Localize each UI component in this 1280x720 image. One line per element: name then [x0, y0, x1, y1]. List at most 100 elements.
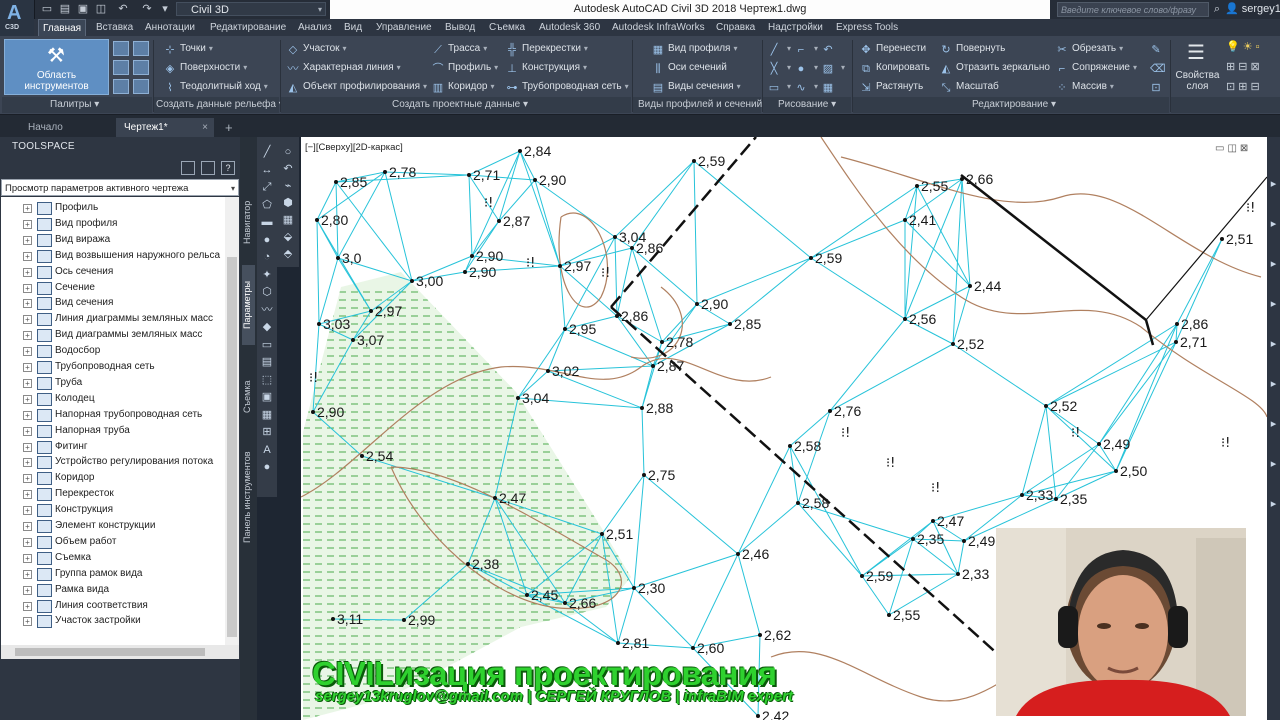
toolspace-button[interactable]: ⚒ Область инструментов	[4, 39, 109, 95]
tab-express-tools[interactable]: Express Tools	[832, 19, 902, 36]
tab-start[interactable]: Начало	[20, 118, 112, 137]
expand-icon[interactable]: +	[23, 426, 32, 436]
new-tab-button[interactable]: +	[220, 118, 240, 137]
intersections-button[interactable]: ╬ Перекрестки ▾	[506, 40, 588, 58]
profile-view-button[interactable]: ▦ Вид профиля ▾	[652, 40, 738, 58]
modify-group-label[interactable]: Редактирование ▾	[972, 98, 1056, 112]
expand-icon[interactable]: +	[23, 410, 32, 420]
arc-tool[interactable]: ↶	[822, 40, 838, 58]
palettes-group-label[interactable]: Палитры ▾	[50, 98, 99, 112]
viewport-controls-label[interactable]: [−][Сверху][2D-каркас]	[305, 142, 403, 153]
modify-extra-tool[interactable]: ⌫	[1150, 59, 1166, 77]
workspace-selector[interactable]: Civil 3D ▾	[176, 2, 326, 16]
scale-button[interactable]: ⤡ Масштаб	[940, 78, 999, 96]
tab-analyze[interactable]: Анализ	[294, 19, 336, 36]
palette-tool-icon[interactable]: A	[260, 443, 274, 457]
search-input[interactable]: Введите ключевое слово/фразу	[1057, 2, 1209, 17]
palette-tool-icon[interactable]: 〰	[260, 303, 274, 317]
expand-icon[interactable]: +	[23, 378, 32, 388]
terrain-group-label[interactable]: Создать данные рельефа ▾	[156, 98, 284, 112]
tree-scrollbar[interactable]	[225, 197, 239, 645]
expand-icon[interactable]: +	[23, 204, 32, 213]
pipe-network-button[interactable]: ⊶ Трубопроводная сеть ▾	[506, 78, 629, 96]
expand-icon[interactable]: +	[23, 442, 32, 452]
sample-lines-button[interactable]: ⫼ Оси сечений	[652, 59, 726, 77]
palette-tool-icon[interactable]: ▣	[260, 390, 274, 404]
section-views-button[interactable]: ▤ Виды сечения ▾	[652, 78, 741, 96]
expand-icon[interactable]: +	[23, 315, 32, 325]
palette-tool-icon[interactable]: ⊞	[260, 425, 274, 439]
tab-insert[interactable]: Вставка	[92, 19, 137, 36]
nav-tool-icon[interactable]: ▸	[1267, 377, 1280, 391]
expand-icon[interactable]: +	[23, 601, 32, 611]
tab-addins[interactable]: Надстройки	[764, 19, 827, 36]
search-icon[interactable]: ⌕	[1210, 2, 1224, 16]
palette-tool-icon[interactable]: ✦	[260, 268, 274, 282]
palette-tool-icon[interactable]: ▦	[281, 213, 295, 227]
line-tool[interactable]: ╱ ▾	[768, 40, 791, 58]
palette-icon[interactable]	[133, 79, 149, 94]
stretch-button[interactable]: ⇲ Растянуть	[860, 78, 923, 96]
alignment-button[interactable]: ⟋ Трасса ▾	[432, 40, 487, 58]
rectangle-tool[interactable]: ▭ ▾	[768, 78, 791, 96]
palette-icon[interactable]	[133, 41, 149, 56]
quick-access-dropdown-icon[interactable]: ▾	[158, 2, 172, 16]
side-tab-survey[interactable]: Съемка	[242, 367, 255, 427]
expand-icon[interactable]: +	[23, 394, 32, 404]
palette-tool-icon[interactable]: ○	[281, 145, 295, 159]
palette-tool-icon[interactable]: ▭	[260, 338, 274, 352]
palette-tool-icon[interactable]: ◔	[260, 250, 274, 264]
corridor-button[interactable]: ▥ Коридор ▾	[432, 78, 495, 96]
expand-icon[interactable]: +	[23, 267, 32, 277]
palette-tool-icon[interactable]: ⬙	[281, 230, 295, 244]
side-tab-navigator[interactable]: Навигатор	[242, 182, 255, 262]
polyline-tool[interactable]: ⌐ ▾	[795, 40, 818, 58]
tab-autodesk-360[interactable]: Autodesk 360	[535, 19, 604, 36]
expand-icon[interactable]: +	[23, 347, 32, 357]
spline-tool[interactable]: ∿ ▾	[795, 78, 818, 96]
nav-tool-icon[interactable]: ▸	[1267, 297, 1280, 311]
layer-tools[interactable]: 💡 ☀ ▫ ⊞ ⊟ ⊠ ⊡ ⊞ ⊟	[1226, 40, 1266, 96]
save-as-icon[interactable]: ◫	[94, 2, 108, 16]
copy-button[interactable]: ⧉ Копировать	[860, 59, 930, 77]
expand-icon[interactable]: +	[23, 251, 32, 261]
palette-tool-icon[interactable]: ⬡	[260, 285, 274, 299]
nav-tool-icon[interactable]: ▸	[1267, 457, 1280, 471]
close-icon[interactable]: ×	[202, 118, 208, 137]
toolspace-icon[interactable]	[181, 161, 195, 175]
rotate-button[interactable]: ↻ Повернуть	[940, 40, 1005, 58]
layer-properties-button[interactable]: ☰ Свойства слоя	[1175, 40, 1220, 96]
tab-drawing1[interactable]: Чертеж1* ×	[116, 118, 214, 137]
points-button[interactable]: ⊹ Точки ▾	[164, 40, 212, 58]
side-tab-settings[interactable]: Параметры	[242, 265, 255, 345]
modify-extra-tool[interactable]: ✎	[1150, 40, 1166, 58]
expand-icon[interactable]: +	[23, 617, 32, 627]
traverse-button[interactable]: ⌇ Теодолитный ход ▾	[164, 78, 267, 96]
scrollbar-thumb[interactable]	[15, 648, 205, 656]
horizontal-scrollbar[interactable]	[1, 645, 239, 659]
palette-tool-icon[interactable]: ●	[260, 460, 274, 474]
tab-help[interactable]: Справка	[712, 19, 759, 36]
expand-icon[interactable]: +	[23, 299, 32, 309]
expand-icon[interactable]: +	[23, 283, 32, 293]
open-file-icon[interactable]: ▤	[58, 2, 72, 16]
nav-tool-icon[interactable]: ▸	[1267, 257, 1280, 271]
nav-tool-icon[interactable]: ▸	[1267, 497, 1280, 511]
palette-tool-icon[interactable]: ●	[260, 233, 274, 247]
expand-icon[interactable]: +	[23, 235, 32, 245]
user-account[interactable]: 👤 sergey1	[1225, 2, 1280, 17]
feature-line-button[interactable]: 〰 Характерная линия ▾	[287, 59, 401, 77]
palette-icon[interactable]	[113, 79, 129, 94]
toolspace-view-dropdown[interactable]: Просмотр параметров активного чертежа ▾	[1, 179, 239, 196]
undo-icon[interactable]: ↶	[116, 2, 130, 16]
parcel-button[interactable]: ◇ Участок ▾	[287, 40, 347, 58]
nav-tool-icon[interactable]: ▸	[1267, 177, 1280, 191]
fillet-button[interactable]: ⌐ Сопряжение ▾	[1056, 59, 1137, 77]
palette-tool-icon[interactable]: ↔	[260, 163, 274, 177]
tab-infraworks[interactable]: Autodesk InfraWorks	[608, 19, 709, 36]
tab-output[interactable]: Вывод	[441, 19, 479, 36]
expand-icon[interactable]: +	[23, 522, 32, 531]
save-icon[interactable]: ▣	[76, 2, 90, 16]
palette-icon[interactable]	[133, 60, 149, 75]
expand-icon[interactable]: +	[23, 490, 32, 500]
